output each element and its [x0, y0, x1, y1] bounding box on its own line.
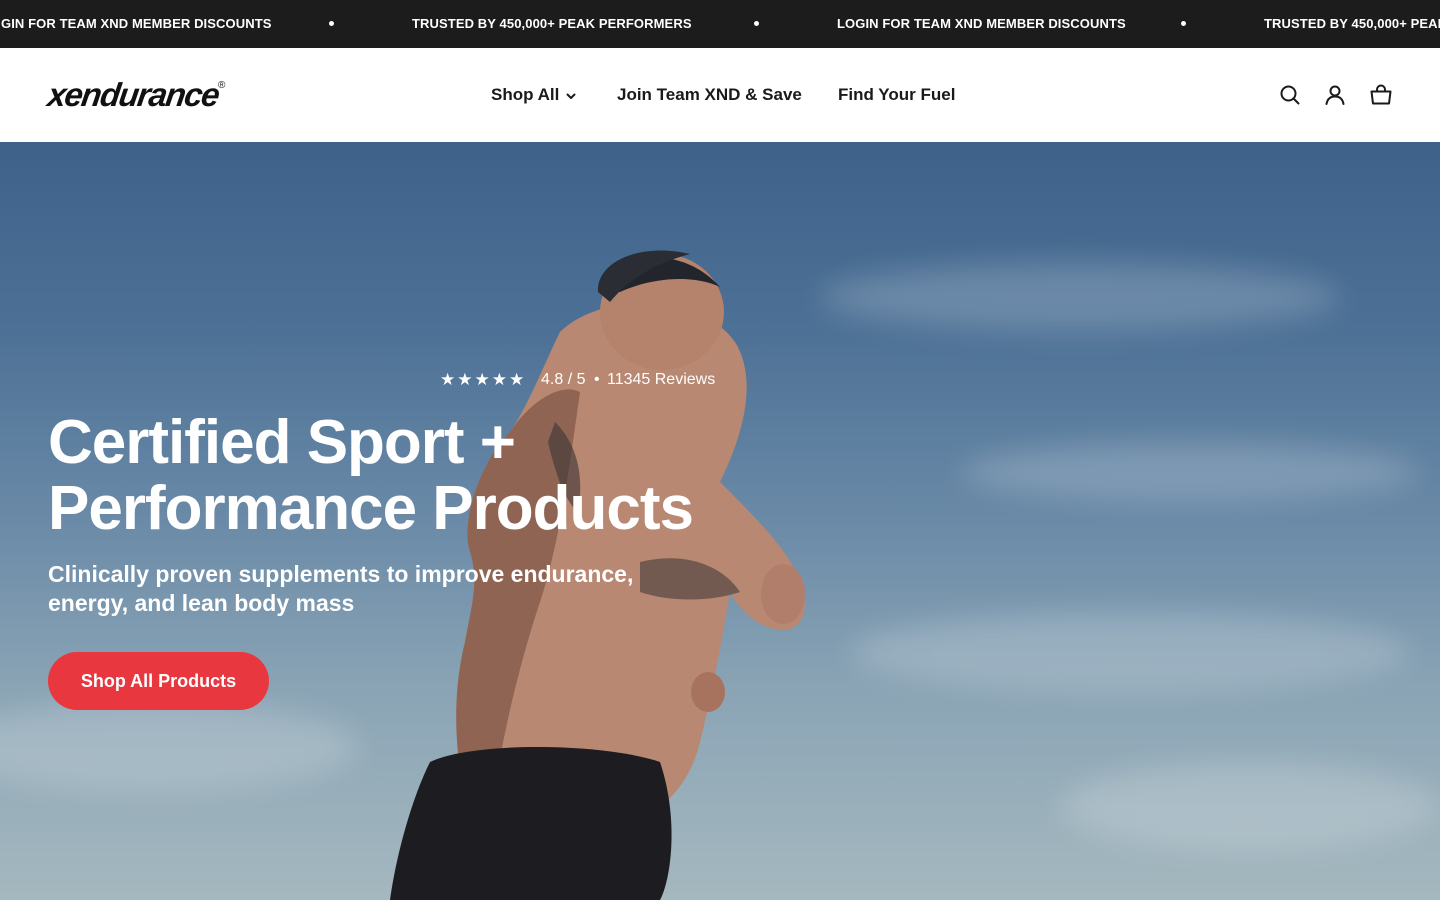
announcement-separator — [329, 21, 334, 26]
logo-wordmark: xendurance — [45, 76, 221, 113]
account-icon[interactable] — [1322, 82, 1348, 108]
rating-stars-icon: ★★★★★ — [440, 370, 527, 389]
announcement-item[interactable]: TRUSTED BY 450,000+ PEAK — [1264, 0, 1440, 48]
announcement-separator — [1181, 21, 1186, 26]
announcement-bar: GIN FOR TEAM XND MEMBER DISCOUNTS TRUSTE… — [0, 0, 1440, 48]
hero-title: Certified Sport + Performance Products — [48, 408, 694, 543]
announcement-item[interactable]: TRUSTED BY 450,000+ PEAK PERFORMERS — [412, 0, 692, 48]
nav-item-join-team[interactable]: Join Team XND & Save — [617, 83, 802, 107]
brand-logo[interactable]: xendurance ® — [45, 76, 225, 114]
announcement-item[interactable]: LOGIN FOR TEAM XND MEMBER DISCOUNTS — [837, 0, 1126, 48]
review-count: 11345 Reviews — [607, 371, 716, 388]
site-header: xendurance ® Shop All Join Team XND & Sa… — [0, 48, 1440, 142]
rating-separator: • — [594, 371, 600, 388]
rating-score: 4.8 / 5 — [541, 371, 586, 388]
hero-banner: ★★★★★ 4.8 / 5 • 11345 Reviews Certified … — [0, 142, 1440, 900]
search-icon[interactable] — [1277, 82, 1303, 108]
nav-item-find-your-fuel[interactable]: Find Your Fuel — [838, 83, 955, 107]
shop-all-products-button[interactable]: Shop All Products — [48, 652, 269, 710]
cart-icon[interactable] — [1368, 82, 1394, 108]
nav-item-shop-all[interactable]: Shop All — [491, 83, 559, 107]
registered-mark: ® — [218, 80, 226, 91]
chevron-down-icon[interactable] — [565, 90, 577, 102]
announcement-item[interactable]: GIN FOR TEAM XND MEMBER DISCOUNTS — [1, 0, 272, 48]
hero-subtitle: Clinically proven supplements to improve… — [48, 561, 634, 616]
announcement-separator — [754, 21, 759, 26]
